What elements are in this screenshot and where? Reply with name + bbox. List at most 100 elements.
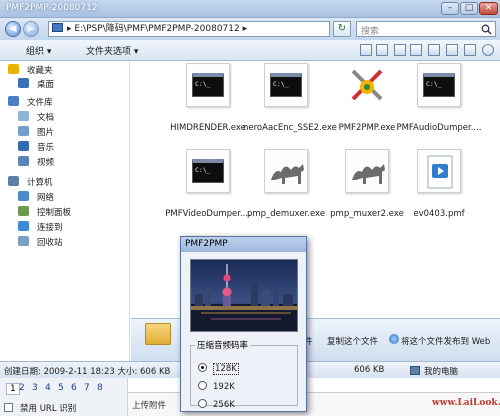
computer-icon	[410, 366, 420, 375]
video-icon	[18, 156, 29, 166]
command-bar: 组织 ▾ 文件夹选项 ▾	[0, 40, 500, 61]
page-link[interactable]: 3	[32, 383, 38, 393]
library-icon	[8, 96, 19, 106]
sidebar-item[interactable]: 图片	[18, 126, 54, 139]
watermark: www.LaiLook.com	[432, 398, 500, 408]
dialog-title: PMF2PMP	[181, 237, 306, 252]
bitrate-option[interactable]: 128K	[198, 363, 239, 375]
sidebar-item-label: 图片	[37, 128, 55, 138]
upload-label[interactable]: 上传附件	[132, 399, 166, 411]
console-exe-icon: C:\_	[417, 63, 461, 107]
page-link[interactable]: 7	[84, 383, 90, 393]
organize-menu[interactable]: 组织 ▾	[26, 44, 51, 57]
disable-url-checkbox[interactable]	[4, 403, 13, 412]
settings-icon[interactable]	[464, 44, 476, 56]
bitrate-option[interactable]: 192K	[198, 381, 235, 393]
file-item[interactable]: pmp_muxer2.exe	[328, 147, 406, 229]
help-icon[interactable]	[482, 44, 494, 56]
sidebar-item[interactable]: 文件库	[8, 96, 53, 109]
radio-button[interactable]	[198, 363, 207, 372]
desktop-icon	[18, 78, 29, 88]
picture-icon	[18, 126, 29, 136]
view-details-icon[interactable]	[394, 44, 406, 56]
back-button[interactable]: ◀	[5, 21, 21, 37]
search-placeholder: 搜索	[361, 27, 380, 37]
radio-button[interactable]	[198, 399, 207, 408]
refresh-button[interactable]: ↻	[333, 21, 351, 37]
sidebar-item-label: 文档	[37, 113, 55, 123]
address-box[interactable]: ▸ E:\PSP\降码\PMF\PMF2PMP-20080712 ▸	[48, 21, 330, 37]
sidebar-item-label: 文件库	[27, 98, 53, 108]
sidebar-item[interactable]: 网络	[18, 191, 54, 204]
globe-icon	[389, 334, 399, 344]
bitrate-option-label: 192K	[213, 382, 235, 392]
page-link[interactable]: 1	[6, 383, 20, 395]
file-item[interactable]: C:\_ neroAacEnc_SSE2.exe	[243, 61, 337, 143]
pager: 禁用 URL 识别 12345678	[0, 378, 128, 416]
file-item[interactable]: C:\_ HIMDRENDER.exe	[169, 61, 247, 143]
views-icon[interactable]	[360, 44, 372, 56]
forward-button[interactable]: ▶	[23, 21, 39, 37]
window-title: PMF2PMP-20080712	[6, 3, 98, 13]
tools-exe-icon	[345, 63, 389, 107]
sidebar-item[interactable]: 控制面板	[18, 206, 71, 219]
sidebar-item-label: 视频	[37, 158, 55, 168]
maximize-button[interactable]: □	[460, 2, 478, 15]
sidebar-item[interactable]: 视频	[18, 156, 54, 169]
copy-file-link[interactable]: 复制这个文件	[327, 335, 378, 347]
sidebar-item[interactable]: 连接到	[18, 221, 63, 234]
bitrate-option-label: 256K	[213, 400, 235, 410]
camel-exe-icon	[264, 149, 308, 193]
file-item[interactable]: C:\_ PMFVideoDumper....	[165, 147, 251, 229]
sidebar-item-label: 桌面	[37, 80, 55, 90]
folder-options-menu[interactable]: 文件夹选项 ▾	[86, 44, 138, 57]
file-name: pmp_demuxer.exe	[246, 209, 326, 219]
file-item[interactable]: PMF2PMP.exe	[328, 61, 406, 143]
sidebar-item[interactable]: 桌面	[18, 78, 54, 91]
navigation-pane: 收藏夹桌面文件库文档图片音乐视频计算机网络控制面板连接到回收站	[0, 61, 130, 361]
status-created: 创建日期: 2009-2-11 18:23 大小: 606 KB	[4, 367, 171, 377]
connect-icon	[18, 221, 29, 231]
folder-icon-large	[145, 323, 171, 345]
view-list-icon[interactable]	[376, 44, 388, 56]
camel-exe-icon	[345, 149, 389, 193]
bitrate-group: 压缩音频码率 128K 192K 256K	[190, 339, 298, 410]
disable-url-label: 禁用 URL 识别	[20, 404, 77, 414]
layout-icon[interactable]	[446, 44, 458, 56]
explorer-window: PMF2PMP-20080712 – □ ✕ ◀ ▶ ▸ E:\PSP\降码\P…	[0, 0, 500, 416]
page-link[interactable]: 6	[71, 383, 77, 393]
file-item[interactable]: ev0403.pmf	[400, 147, 478, 229]
view-thumbs-icon[interactable]	[410, 44, 422, 56]
file-item[interactable]: C:\_ PMFAudioDumper....	[396, 61, 482, 143]
minimize-button[interactable]: –	[441, 2, 459, 15]
folder-icon	[52, 23, 63, 32]
bitrate-option-label: 128K	[213, 363, 239, 375]
control-panel-icon	[18, 206, 29, 216]
sidebar-item[interactable]: 文档	[18, 111, 54, 124]
sidebar-item[interactable]: 收藏夹	[8, 64, 53, 77]
search-input[interactable]: 搜索	[356, 21, 496, 37]
sidebar-item-label: 音乐	[37, 143, 55, 153]
star-icon	[8, 64, 19, 74]
page-link[interactable]: 2	[19, 383, 25, 393]
document-icon	[18, 111, 29, 121]
sidebar-item-label: 计算机	[27, 178, 53, 188]
publish-web-link[interactable]: 将这个文件发布到 Web	[401, 335, 490, 347]
close-button[interactable]: ✕	[479, 2, 498, 15]
page-link[interactable]: 5	[58, 383, 64, 393]
preview-pane-icon[interactable]	[428, 44, 440, 56]
bitrate-option[interactable]: 256K	[198, 399, 235, 411]
console-exe-icon: C:\_	[186, 63, 230, 107]
address-bar-row: ◀ ▶ ▸ E:\PSP\降码\PMF\PMF2PMP-20080712 ▸ ↻…	[0, 18, 500, 40]
network-icon	[18, 191, 29, 201]
page-link[interactable]: 4	[45, 383, 51, 393]
sidebar-item[interactable]: 音乐	[18, 141, 54, 154]
music-icon	[18, 141, 29, 151]
address-path: ▸ E:\PSP\降码\PMF\PMF2PMP-20080712 ▸	[67, 24, 248, 34]
page-link[interactable]: 8	[97, 383, 103, 393]
radio-button[interactable]	[198, 381, 207, 390]
sidebar-item[interactable]: 计算机	[8, 176, 53, 189]
sidebar-item-label: 收藏夹	[27, 66, 53, 76]
sidebar-item[interactable]: 回收站	[18, 236, 63, 249]
file-item[interactable]: pmp_demuxer.exe	[247, 147, 325, 229]
